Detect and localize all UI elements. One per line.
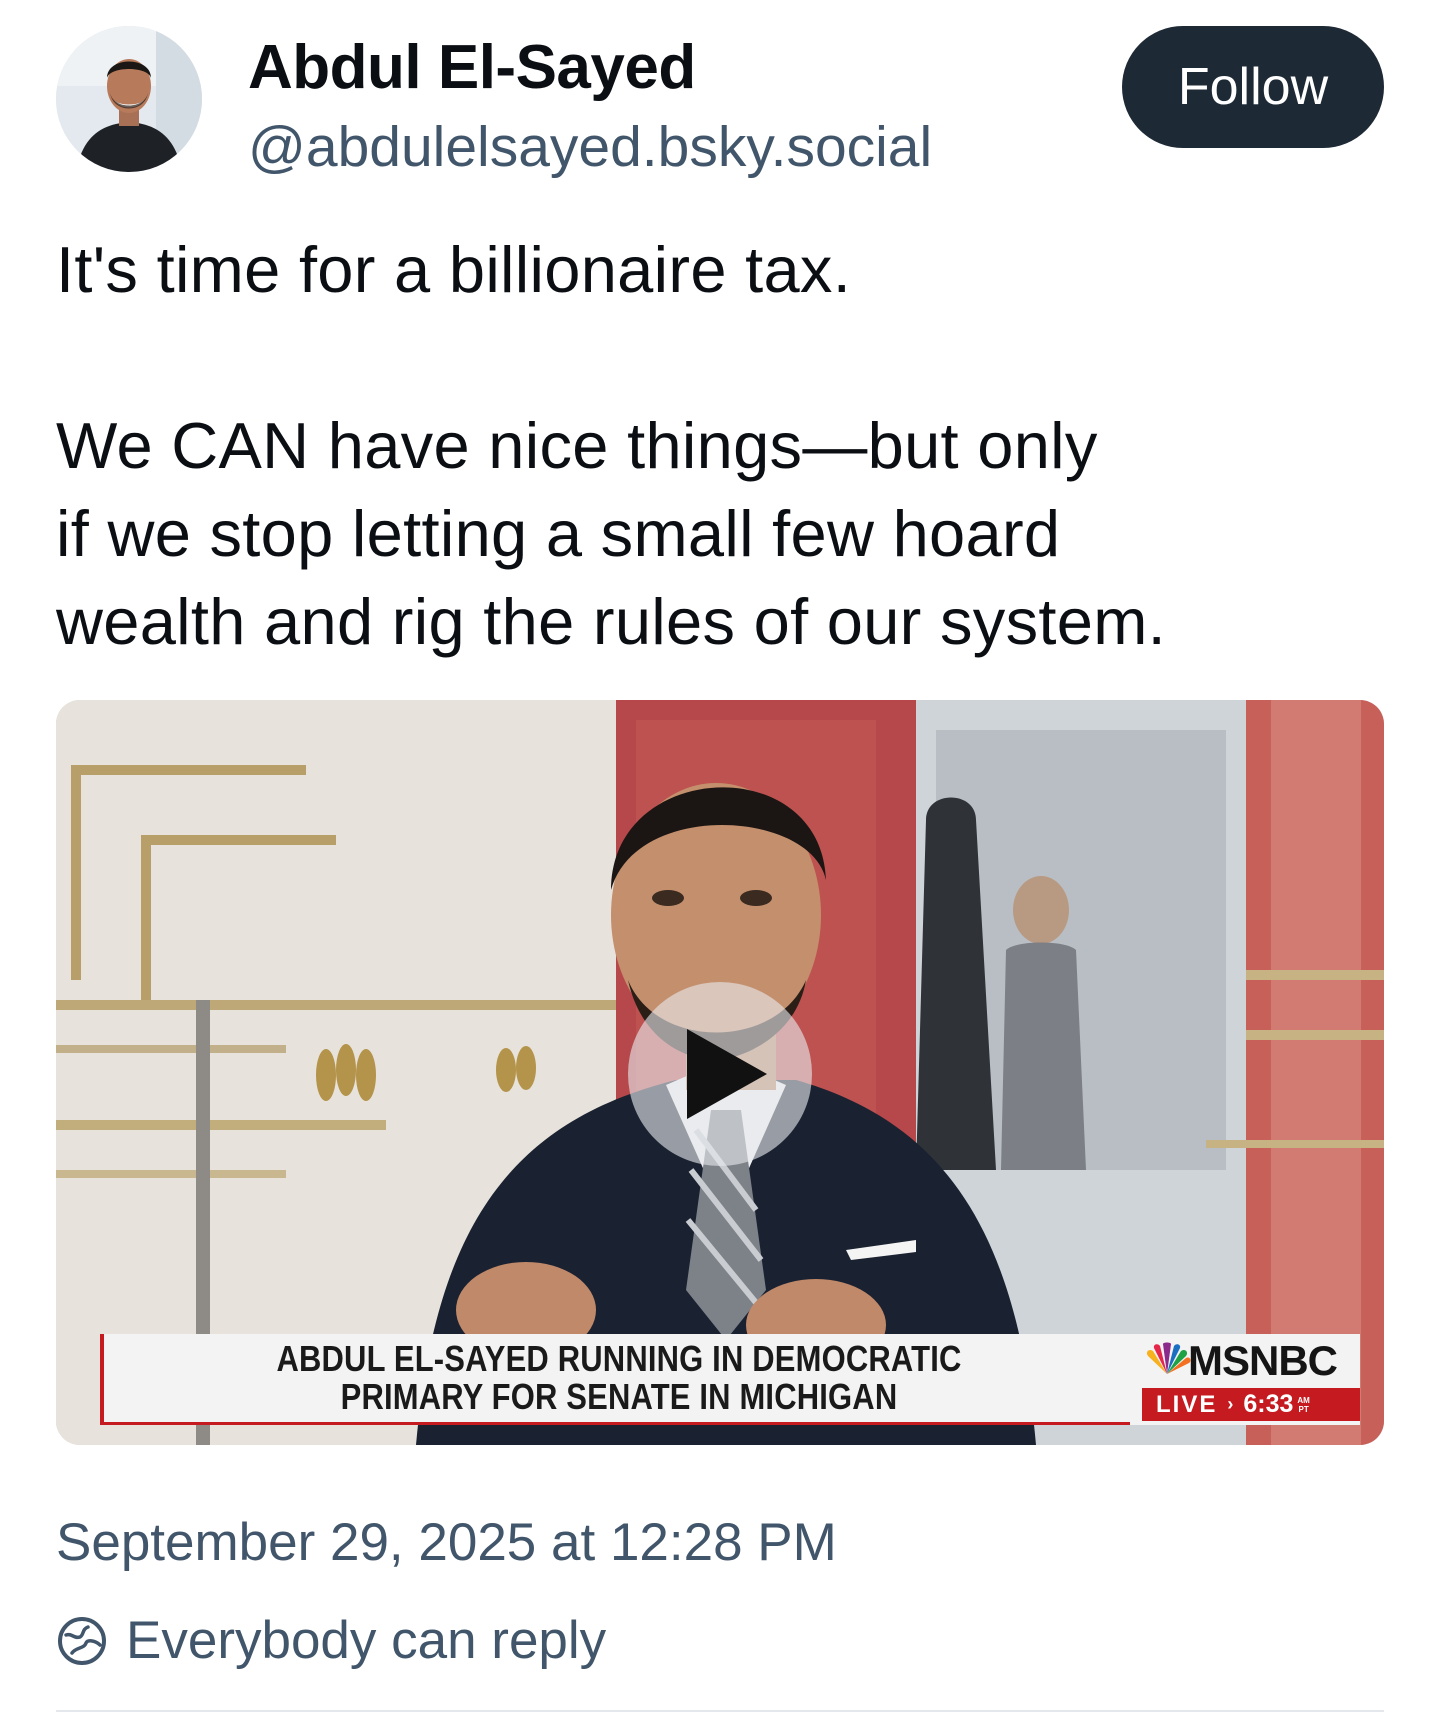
live-ampm-bottom: PT: [1298, 1404, 1309, 1414]
live-time: 6:33: [1243, 1390, 1294, 1418]
play-icon: [687, 1029, 767, 1119]
chyron-bar: ABDUL EL-SAYED RUNNING IN DEMOCRATIC PRI…: [100, 1334, 1130, 1425]
divider: [56, 1710, 1384, 1712]
live-timezone: AM PT: [1297, 1396, 1309, 1414]
play-button[interactable]: [628, 982, 812, 1166]
globe-icon: [58, 1616, 106, 1665]
follow-button[interactable]: Follow: [1122, 26, 1384, 148]
live-indicator: LIVE › 6:33 AM PT: [1142, 1388, 1360, 1421]
post-paragraph-1: It's time for a billionaire tax.: [56, 233, 852, 306]
news-chyron: ABDUL EL-SAYED RUNNING IN DEMOCRATIC PRI…: [100, 1334, 1384, 1425]
network-name: MSNBC: [1188, 1337, 1338, 1384]
profile-photo: [56, 26, 202, 172]
live-ampm-top: AM: [1297, 1395, 1310, 1405]
chyron-line: PRIMARY FOR SENATE IN MICHIGAN: [340, 1376, 898, 1417]
author-display-name[interactable]: Abdul El-Sayed: [248, 32, 696, 103]
chevron-right-icon: ›: [1227, 1394, 1234, 1414]
live-label: LIVE: [1156, 1390, 1218, 1418]
reply-setting-label: Everybody can reply: [126, 1611, 607, 1670]
author-avatar[interactable]: [56, 26, 202, 172]
author-handle[interactable]: @abdulelsayed.bsky.social: [248, 114, 932, 180]
video-embed[interactable]: ABDUL EL-SAYED RUNNING IN DEMOCRATIC PRI…: [56, 700, 1384, 1445]
post-header: Abdul El-Sayed @abdulelsayed.bsky.social…: [0, 0, 1440, 200]
chyron-line: ABDUL EL-SAYED RUNNING IN DEMOCRATIC: [276, 1338, 962, 1379]
post-paragraph-2-line: if we stop letting a small few hoard: [56, 497, 1061, 570]
post-paragraph-2-line: wealth and rig the rules of our system.: [56, 585, 1167, 658]
reply-setting[interactable]: Everybody can reply: [56, 1610, 606, 1671]
network-bug: MSNBC LIVE › 6:33 AM PT: [1130, 1334, 1360, 1425]
peacock-logo-icon: [1146, 1342, 1191, 1374]
post-paragraph-2-line: We CAN have nice things—but only: [56, 409, 1098, 482]
post-text: It's time for a billionaire tax. We CAN …: [56, 226, 1396, 666]
chyron-text: ABDUL EL-SAYED RUNNING IN DEMOCRATIC PRI…: [176, 1340, 1062, 1416]
post-timestamp[interactable]: September 29, 2025 at 12:28 PM: [56, 1512, 837, 1573]
